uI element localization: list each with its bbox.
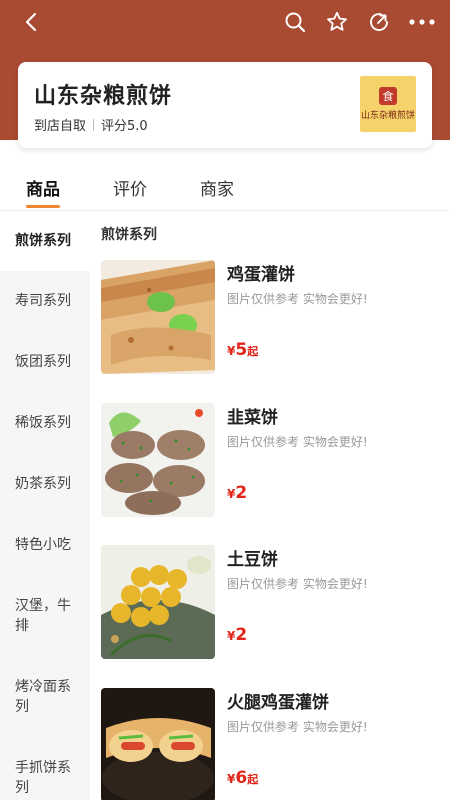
tab-products[interactable]: 商品 <box>26 175 60 200</box>
price-value: 6 <box>235 768 248 788</box>
logo-text: 山东杂粮煎饼 <box>360 111 415 121</box>
price-value: 5 <box>235 340 248 360</box>
dish-item[interactable]: 韭菜饼 图片仅供参考 实物会更好! ¥2 <box>101 403 441 517</box>
dish-item[interactable]: 鸡蛋灌饼 图片仅供参考 实物会更好! ¥5起 <box>101 260 441 374</box>
tab-bar: 商品 评价 商家 <box>0 165 450 209</box>
active-tab-indicator <box>26 205 60 208</box>
sidebar-item-hand-pancake[interactable]: 手抓饼系列 <box>0 758 90 798</box>
sidebar-item-milk-tea[interactable]: 奶茶系列 <box>0 474 90 494</box>
dish-name: 韭菜饼 <box>227 408 278 428</box>
dish-description: 图片仅供参考 实物会更好! <box>227 435 368 449</box>
more-icon[interactable] <box>407 8 437 36</box>
sidebar-item-sushi[interactable]: 寿司系列 <box>0 291 90 311</box>
price-value: 2 <box>235 483 248 503</box>
share-icon[interactable] <box>365 8 393 36</box>
top-bar <box>0 0 450 44</box>
pickup-label: 到店自取 <box>34 119 87 134</box>
dish-image <box>101 688 215 800</box>
sidebar-item-cold-noodle[interactable]: 烤冷面系列 <box>0 677 90 717</box>
dish-description: 图片仅供参考 实物会更好! <box>227 577 368 591</box>
logo-mark-icon: 食 <box>379 87 397 105</box>
dish-name: 鸡蛋灌饼 <box>227 265 295 285</box>
store-meta: 到店自取 评分5.0 <box>34 115 148 134</box>
sidebar-item-porridge[interactable]: 稀饭系列 <box>0 413 90 433</box>
store-logo: 食 山东杂粮煎饼 <box>360 76 416 132</box>
tab-merchant[interactable]: 商家 <box>200 175 234 200</box>
dish-image <box>101 403 215 517</box>
sidebar-item-rice-ball[interactable]: 饭团系列 <box>0 352 90 372</box>
dish-price: ¥6起 <box>227 768 258 788</box>
dish-name: 火腿鸡蛋灌饼 <box>227 693 329 713</box>
dish-description: 图片仅供参考 实物会更好! <box>227 720 368 734</box>
dish-price: ¥2 <box>227 625 247 645</box>
sidebar-item-snacks[interactable]: 特色小吃 <box>0 535 90 555</box>
dish-description: 图片仅供参考 实物会更好! <box>227 292 368 306</box>
search-icon[interactable] <box>281 8 309 36</box>
dish-image <box>101 260 215 374</box>
price-value: 2 <box>235 625 248 645</box>
dish-name: 土豆饼 <box>227 550 278 570</box>
store-name: 山东杂粮煎饼 <box>34 84 173 109</box>
dish-price: ¥2 <box>227 483 247 503</box>
meta-divider <box>93 118 95 131</box>
dish-item[interactable]: 土豆饼 图片仅供参考 实物会更好! ¥2 <box>101 545 441 659</box>
price-suffix: 起 <box>247 345 259 358</box>
dish-price: ¥5起 <box>227 340 258 360</box>
app-screen: 山东杂粮煎饼 到店自取 评分5.0 食 山东杂粮煎饼 商品 评价 商家 煎饼系列… <box>0 0 450 800</box>
dish-image <box>101 545 215 659</box>
star-icon[interactable] <box>323 8 351 36</box>
dish-item[interactable]: 火腿鸡蛋灌饼 图片仅供参考 实物会更好! ¥6起 <box>101 688 441 800</box>
store-rating: 评分5.0 <box>101 119 148 134</box>
store-card[interactable]: 山东杂粮煎饼 到店自取 评分5.0 食 山东杂粮煎饼 <box>18 62 432 148</box>
category-sidebar: 煎饼系列 寿司系列 饭团系列 稀饭系列 奶茶系列 特色小吃 汉堡，牛排 烤冷面系… <box>0 211 90 800</box>
sidebar-item-burger-steak[interactable]: 汉堡，牛排 <box>0 596 90 636</box>
price-suffix: 起 <box>247 773 259 786</box>
section-title: 煎饼系列 <box>101 227 157 243</box>
back-icon[interactable] <box>18 8 46 36</box>
sidebar-item-jianbing[interactable]: 煎饼系列 <box>0 211 90 271</box>
tab-reviews[interactable]: 评价 <box>113 175 147 200</box>
